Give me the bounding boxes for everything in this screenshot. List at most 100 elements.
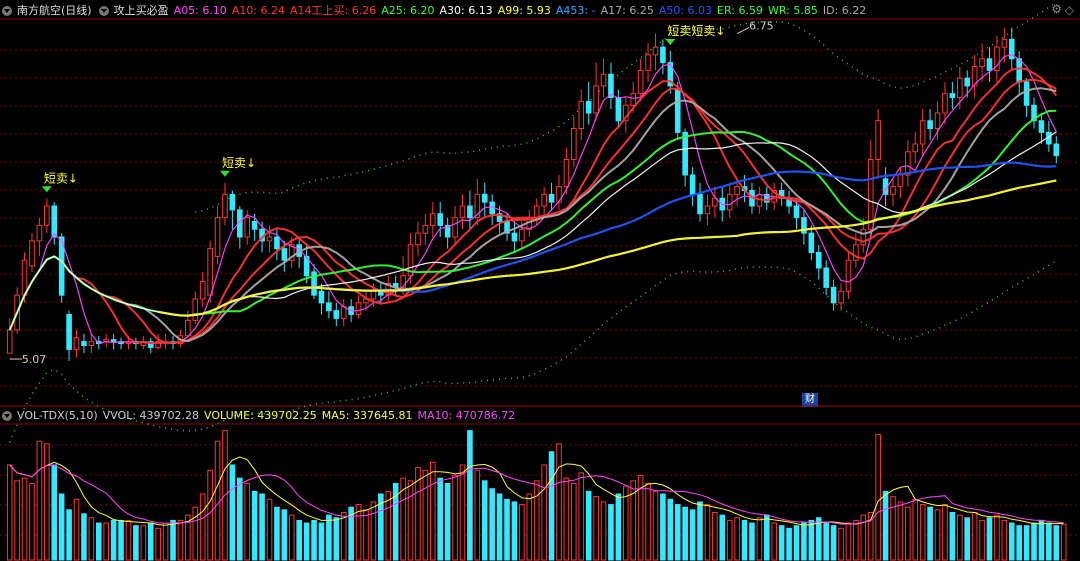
volume-bar-67 (504, 498, 510, 561)
volume-bar-90 (674, 504, 681, 561)
volume-bar-89 (667, 498, 674, 561)
volume-bar-138 (1031, 522, 1037, 561)
volume-bar-114 (853, 519, 859, 561)
volume-bar-28 (214, 440, 221, 561)
candle-body-75 (563, 159, 570, 188)
volume-bar-40 (303, 522, 310, 561)
volume-bar-32 (244, 482, 251, 561)
candle-body-33 (251, 221, 258, 230)
volume-bar-35 (266, 498, 273, 561)
volume-bar-6 (51, 464, 58, 561)
candle-body-3 (29, 240, 35, 267)
volume-bar-38 (288, 514, 295, 561)
volume-bar-91 (682, 506, 688, 561)
candle-body-24 (185, 319, 191, 337)
ma-line-A05 (9, 54, 1057, 345)
volume-bar-26 (199, 493, 206, 561)
volume-bar-96 (719, 514, 726, 561)
volume-bar-62 (467, 430, 473, 561)
volume-bar-128 (956, 514, 963, 561)
candle-body-25 (192, 298, 199, 321)
volume-bar-111 (830, 525, 837, 561)
candle-body-119 (890, 186, 896, 195)
volume-bar-74 (556, 443, 562, 561)
volume-bar-57 (429, 461, 436, 561)
volume-bar-136 (1016, 525, 1022, 561)
volume-bar-122 (912, 498, 919, 561)
volume-bar-20 (155, 527, 161, 561)
signal-label-1: 短卖↓ (222, 156, 256, 170)
candle-body-68 (511, 232, 518, 242)
volume-bar-110 (823, 522, 829, 561)
candle-body-141 (1053, 143, 1060, 157)
candle-body-4 (36, 224, 43, 242)
volume-bar-103 (771, 522, 778, 561)
candle-body-58 (437, 213, 444, 226)
volume-bar-95 (712, 511, 718, 561)
candle-body-47 (355, 302, 362, 315)
volume-bar-126 (942, 504, 948, 561)
candle-body-37 (281, 248, 288, 261)
volume-bar-4 (36, 440, 43, 561)
volume-bar-56 (422, 469, 429, 561)
candle-body-120 (897, 174, 904, 188)
candle-body-11 (88, 341, 95, 346)
volume-bar-39 (296, 519, 302, 561)
candle-body-128 (956, 77, 963, 98)
volume-bar-109 (815, 517, 822, 561)
candle-body-73 (548, 193, 555, 203)
candle-body-71 (533, 205, 540, 219)
candle-body-93 (697, 193, 703, 215)
volume-bar-7 (58, 493, 65, 561)
candle-body-137 (1023, 81, 1030, 106)
volume-bar-54 (407, 480, 414, 561)
candle-body-0 (6, 329, 13, 354)
volume-bar-140 (1046, 522, 1052, 561)
candle-body-78 (585, 100, 592, 114)
volume-bar-75 (563, 477, 570, 561)
volume-bar-99 (741, 519, 748, 561)
candle-body-126 (942, 93, 948, 114)
volume-bar-63 (474, 469, 481, 561)
volume-bar-78 (585, 490, 592, 561)
candle-body-92 (689, 174, 696, 195)
volume-bar-93 (697, 501, 703, 561)
volume-bar-34 (259, 493, 265, 561)
volume-bar-124 (927, 506, 933, 561)
volume-bar-101 (756, 517, 763, 561)
volume-bar-86 (645, 482, 651, 561)
candle-body-113 (845, 259, 852, 292)
candle-body-60 (452, 217, 458, 238)
candle-body-32 (244, 217, 251, 238)
volume-bar-77 (578, 472, 585, 561)
signal-arrow-0 (41, 186, 52, 193)
volume-bar-11 (88, 517, 95, 561)
volume-bar-130 (971, 511, 978, 561)
signal-label-0: 短卖↓ (44, 171, 78, 185)
kline-chart[interactable]: 短卖↓ 短卖↓ 短卖短卖↓ 5.07 6.75 (0, 0, 1080, 561)
volume-bar-8 (66, 509, 72, 561)
volume-bar-123 (919, 504, 926, 561)
signal-arrow-2 (665, 39, 676, 45)
volume-bar-15 (118, 519, 124, 561)
candle-body-90 (674, 89, 681, 133)
volume-bar-137 (1023, 525, 1030, 561)
candle-body-26 (199, 281, 206, 300)
candle-body-123 (919, 120, 926, 145)
candle-body-127 (949, 93, 956, 98)
candle-body-80 (600, 73, 607, 87)
volume-bar-49 (370, 501, 377, 561)
volume-bar-112 (838, 527, 844, 561)
volume-bar-94 (704, 504, 711, 561)
volume-bar-60 (452, 475, 458, 561)
volume-bar-131 (979, 519, 985, 561)
candle-body-9 (73, 337, 80, 350)
candle-body-98 (734, 186, 740, 195)
candle-body-30 (229, 193, 236, 211)
volume-bar-3 (29, 482, 35, 561)
volume-bar-107 (801, 522, 807, 561)
candle-body-125 (934, 112, 941, 129)
volume-bar-92 (689, 509, 696, 561)
candle-body-132 (986, 58, 993, 71)
candle-body-76 (571, 128, 577, 160)
